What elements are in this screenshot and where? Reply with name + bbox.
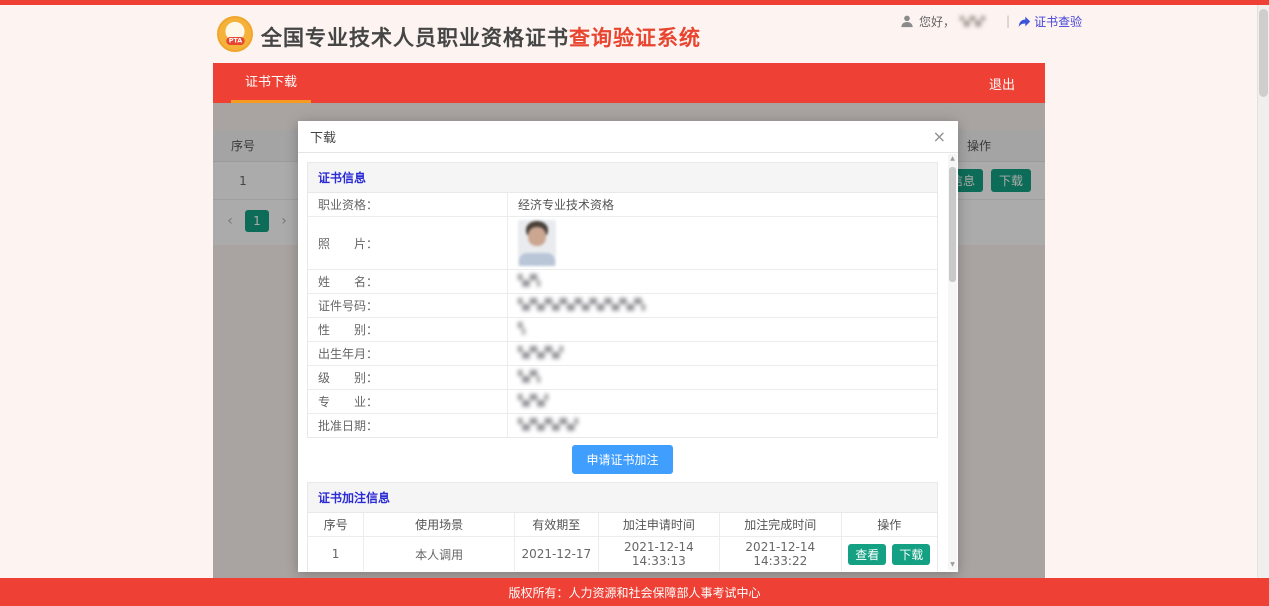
field-approve-date: 批准日期： ▚▞▚▞▚▞▚▞: [308, 414, 937, 437]
copyright-text: 版权所有：人力资源和社会保障部人事考试中心: [508, 584, 760, 601]
col-action: 操作: [841, 513, 937, 537]
cert-verify-label: 证书查验: [1034, 13, 1082, 30]
cell-complete-time: 2021-12-14 14:33:22: [720, 537, 841, 572]
view-button[interactable]: 查看: [848, 544, 886, 565]
page-scrollbar[interactable]: [1257, 5, 1269, 578]
annotation-table-header: 序号 使用场景 有效期至 加注申请时间 加注完成时间 操作: [308, 513, 937, 537]
field-label: 批准日期：: [308, 414, 508, 437]
col-apply-time: 加注申请时间: [598, 513, 719, 537]
certificate-info-section: 证书信息 职业资格： 经济专业技术资格 照 片： 姓 名： ▚▞▚ 证件号码：: [307, 162, 938, 438]
field-photo: 照 片：: [308, 217, 937, 270]
col-scene: 使用场景: [364, 513, 515, 537]
field-value-masked: ▚: [518, 322, 525, 335]
field-value: 经济专业技术资格: [508, 193, 937, 216]
field-birth: 出生年月： ▚▞▚▞▚▞: [308, 342, 937, 366]
dialog-titlebar: 下载 ×: [298, 121, 958, 153]
field-name: 姓 名： ▚▞▚: [308, 270, 937, 294]
annotation-info-section: 证书加注信息 序号 使用场景 有效期至 加注申请时间 加注完成时间 操作 1: [307, 482, 938, 571]
col-complete-time: 加注完成时间: [720, 513, 841, 537]
scroll-up-icon[interactable]: ▲: [948, 154, 957, 164]
cell-valid-until: 2021-12-17: [515, 537, 599, 572]
field-label: 照 片：: [308, 217, 508, 269]
field-label: 证件号码：: [308, 294, 508, 317]
dialog-title: 下载: [310, 127, 336, 146]
field-value-masked: ▚▞▚▞▚▞▚▞▚▞▚▞▚▞▚▞▚: [518, 298, 645, 311]
field-value-masked: ▚▞▚: [518, 370, 540, 383]
col-valid-until: 有效期至: [515, 513, 599, 537]
field-value-masked: ▚▞▚: [518, 274, 540, 287]
greeting-text: 您好，: [919, 13, 955, 30]
certificate-info-title: 证书信息: [308, 163, 937, 193]
field-id-number: 证件号码： ▚▞▚▞▚▞▚▞▚▞▚▞▚▞▚▞▚: [308, 294, 937, 318]
site-logo-text: PTA: [226, 37, 244, 45]
dialog-body: 证书信息 职业资格： 经济专业技术资格 照 片： 姓 名： ▚▞▚ 证件号码：: [298, 153, 958, 571]
field-label: 性 别：: [308, 318, 508, 341]
apply-annotation-button[interactable]: 申请证书加注: [572, 445, 672, 474]
annotation-info-title: 证书加注信息: [308, 483, 937, 513]
user-info: 您好， ▚▞▚▞ | 证书查验: [900, 12, 1082, 30]
download-dialog: 下载 × 证书信息 职业资格： 经济专业技术资格 照 片： 姓 名： ▚▞▚: [298, 121, 958, 572]
field-label: 级 别：: [308, 366, 508, 389]
page-title-main: 全国专业技术人员职业资格证书: [261, 26, 569, 50]
annotation-row: 1 本人调用 2021-12-17 2021-12-14 14:33:13 20…: [308, 537, 937, 572]
field-label: 出生年月：: [308, 342, 508, 365]
page-title-accent: 查询验证系统: [569, 26, 701, 50]
dialog-scrollbar-thumb[interactable]: [949, 167, 956, 282]
logout-button[interactable]: 退出: [989, 74, 1015, 93]
field-major: 专 业： ▚▞▚▞: [308, 390, 937, 414]
field-occupation: 职业资格： 经济专业技术资格: [308, 193, 937, 217]
separator: |: [1006, 14, 1010, 28]
cert-verify-link[interactable]: 证书查验: [1018, 13, 1082, 30]
page-scrollbar-thumb[interactable]: [1259, 9, 1268, 97]
dialog-scrollbar[interactable]: ▲ ▼: [948, 154, 957, 570]
field-level: 级 别： ▚▞▚: [308, 366, 937, 390]
forward-arrow-icon: [1018, 15, 1031, 28]
close-icon[interactable]: ×: [933, 129, 946, 145]
main-navbar: 证书下载 退出: [213, 63, 1045, 103]
page-title: 全国专业技术人员职业资格证书查询验证系统: [261, 22, 701, 52]
scroll-down-icon[interactable]: ▼: [948, 560, 957, 570]
field-label: 专 业：: [308, 390, 508, 413]
cell-apply-time: 2021-12-14 14:33:13: [598, 537, 719, 572]
col-index: 序号: [308, 513, 364, 537]
site-footer: 版权所有：人力资源和社会保障部人事考试中心: [0, 578, 1269, 606]
annotation-table: 序号 使用场景 有效期至 加注申请时间 加注完成时间 操作 1 本人调用 202…: [308, 513, 937, 571]
cell-index: 1: [308, 537, 364, 572]
field-value-masked: ▚▞▚▞: [518, 394, 548, 407]
field-label: 职业资格：: [308, 193, 508, 216]
tab-cert-download[interactable]: 证书下载: [231, 63, 311, 103]
username-masked: ▚▞▚▞: [960, 16, 998, 27]
user-icon: [900, 14, 914, 28]
field-gender: 性 别： ▚: [308, 318, 937, 342]
field-value-masked: ▚▞▚▞▚▞: [518, 346, 563, 359]
certificate-photo: [518, 220, 556, 266]
download-button[interactable]: 下载: [892, 544, 930, 565]
site-logo-icon: PTA: [217, 16, 253, 52]
field-label: 姓 名：: [308, 270, 508, 293]
field-value-masked: ▚▞▚▞▚▞▚▞: [518, 418, 578, 431]
cell-scene: 本人调用: [364, 537, 515, 572]
